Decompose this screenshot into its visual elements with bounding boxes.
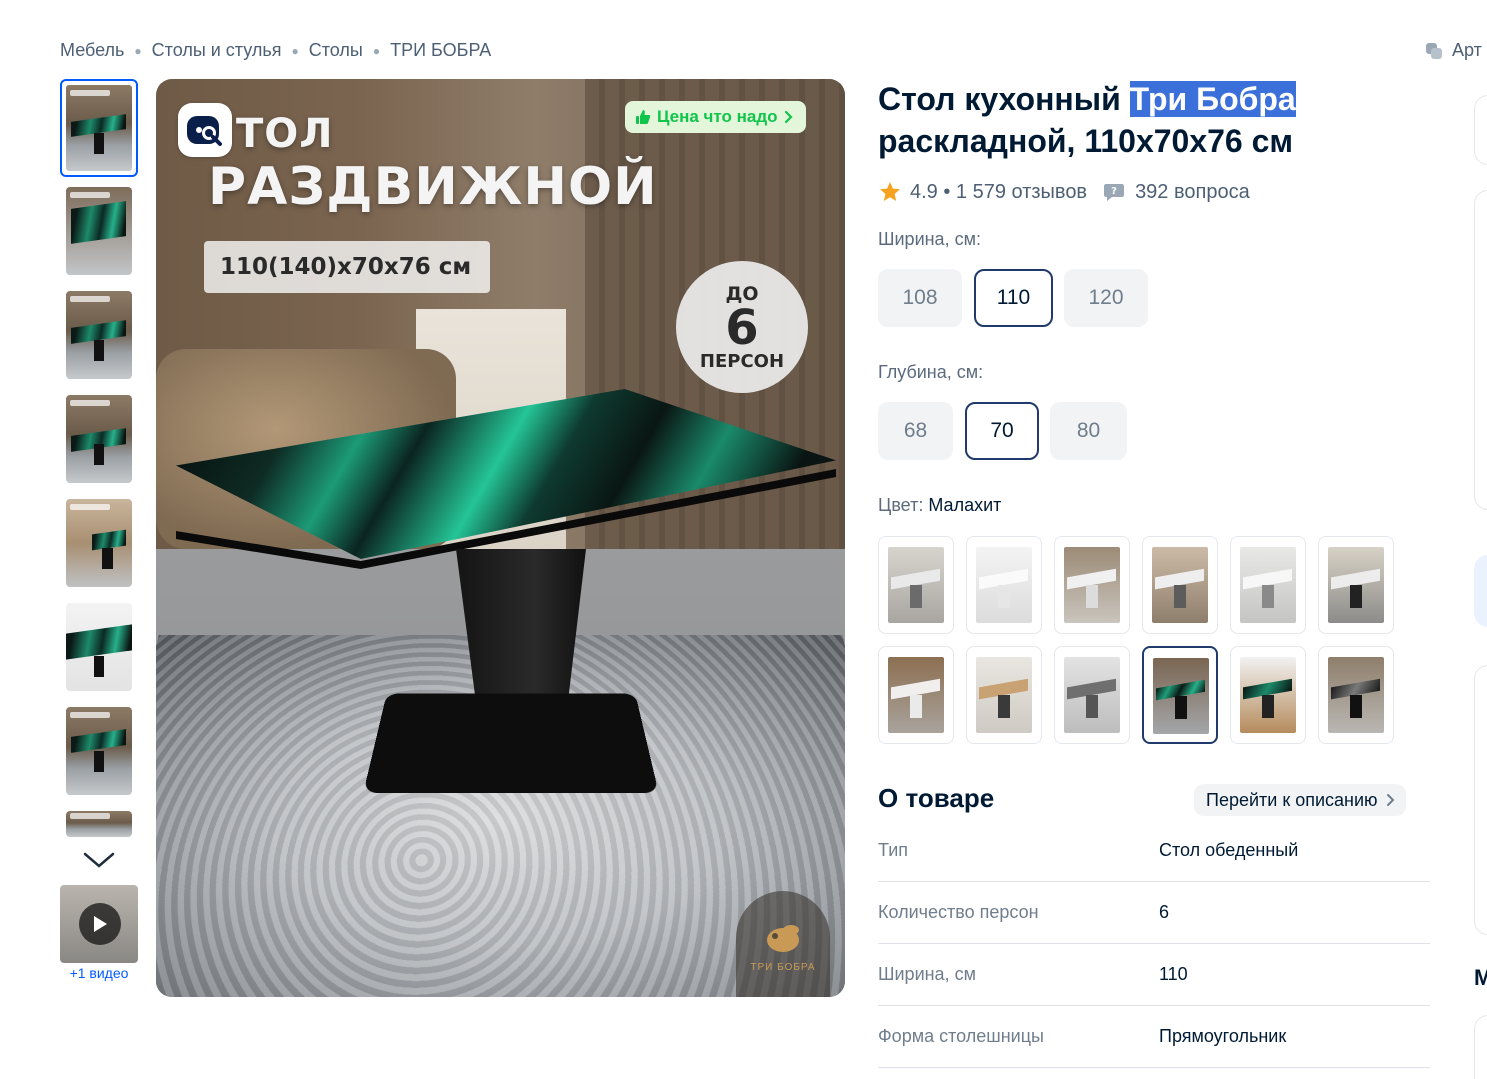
spec-key: Количество персон — [878, 902, 1039, 922]
spec-row: Ширина, см 110 — [878, 944, 1430, 1006]
breadcrumb-separator: ● — [372, 43, 381, 58]
breadcrumb: Мебель ● Столы и стулья ● Столы ● ТРИ БО… — [60, 40, 491, 61]
image-caption-line2: РАЗДВИЖНОЙ — [208, 157, 658, 217]
color-swatch[interactable] — [1142, 536, 1218, 634]
goto-description-label: Перейти к описанию — [1206, 789, 1378, 810]
color-swatch[interactable] — [1230, 646, 1306, 744]
color-swatch[interactable] — [1230, 536, 1306, 634]
rating-reviews-link[interactable]: 4.9 • 1 579 отзывов — [910, 181, 1087, 204]
questions-link[interactable]: ? 392 вопроса — [1103, 181, 1250, 204]
color-label: Цвет: Малахит — [878, 495, 1001, 516]
chevron-right-icon — [784, 110, 793, 124]
breadcrumb-item-brand[interactable]: ТРИ БОБРА — [390, 40, 491, 61]
main-product-image[interactable]: ТОЛ РАЗДВИЖНОЙ 110(140)x70x76 см ДО 6 ПЕ… — [156, 79, 845, 997]
copy-icon — [1426, 42, 1442, 59]
persons-badge-bottom: ПЕРСОН — [699, 350, 785, 372]
spec-value: 110 — [1159, 964, 1188, 984]
color-swatch[interactable] — [878, 646, 954, 744]
depth-option-68[interactable]: 68 — [878, 402, 953, 460]
depth-option-70[interactable]: 70 — [965, 402, 1039, 460]
beaver-logo-icon — [767, 924, 799, 952]
gallery-thumbnail[interactable] — [66, 187, 132, 275]
gallery-thumbnail[interactable] — [66, 811, 132, 837]
chevron-right-icon — [1386, 794, 1394, 806]
side-card[interactable] — [1474, 95, 1487, 165]
spec-key: Тип — [878, 840, 909, 860]
image-dimensions-label: 110(140)x70x76 см — [204, 241, 490, 293]
color-swatch-selected[interactable] — [1142, 646, 1218, 744]
color-swatch[interactable] — [878, 536, 954, 634]
svg-text:?: ? — [1111, 186, 1117, 197]
play-icon — [79, 903, 121, 945]
about-title: О товаре — [878, 783, 995, 813]
brand-logo-text: ТРИ БОБРА — [750, 961, 816, 973]
color-swatch[interactable] — [1318, 646, 1394, 744]
breadcrumb-item-tables-chairs[interactable]: Столы и стулья — [152, 40, 282, 61]
image-search-button[interactable] — [178, 103, 232, 157]
gallery-thumbnail[interactable] — [66, 499, 132, 587]
gallery-thumbnail[interactable] — [66, 291, 132, 379]
color-swatch[interactable] — [966, 536, 1042, 634]
color-label-text: Цвет: — [878, 495, 924, 515]
persons-badge-number: 6 — [725, 299, 759, 356]
price-badge-label: Цена что надо — [657, 107, 778, 126]
depth-label: Глубина, см: — [878, 362, 984, 382]
side-card[interactable] — [1474, 190, 1487, 510]
color-value: Малахит — [928, 495, 1002, 515]
questions-count: 392 вопроса — [1135, 180, 1250, 203]
gallery-thumbnails: +1 видео — [60, 79, 138, 981]
image-caption-line1: ТОЛ — [236, 111, 334, 157]
spec-value: 6 — [1159, 902, 1170, 922]
product-title-prefix: Стол кухонный — [878, 81, 1130, 117]
spec-value: Стол обеденный — [1159, 840, 1299, 860]
image-search-icon — [187, 116, 222, 146]
depth-option-80[interactable]: 80 — [1050, 402, 1127, 460]
breadcrumb-separator: ● — [291, 43, 299, 58]
width-label: Ширина, см: — [878, 229, 981, 249]
side-card[interactable] — [1474, 665, 1487, 935]
rating-row: 4.9 • 1 579 отзывов ? 392 вопроса — [878, 180, 1250, 204]
color-swatch[interactable] — [1054, 646, 1130, 744]
product-title: Стол кухонный Три Бобра раскладной, 110x… — [878, 78, 1438, 162]
width-option-108[interactable]: 108 — [878, 269, 962, 327]
gallery-thumbnail[interactable] — [66, 603, 132, 691]
video-count-label[interactable]: +1 видео — [60, 965, 138, 981]
question-icon: ? — [1104, 184, 1125, 201]
spec-key: Ширина, см — [878, 964, 976, 984]
product-title-suffix: раскладной, 110x70x76 см — [878, 123, 1294, 159]
spec-row: Форма столешницы Прямоугольник — [878, 1006, 1430, 1068]
spec-value: Прямоугольник — [1159, 1026, 1287, 1046]
image-caption: ТОЛ РАЗДВИЖНОЙ — [208, 111, 658, 217]
spec-row: Количество персон 6 — [878, 882, 1430, 944]
gallery-thumbnail[interactable] — [60, 79, 138, 177]
chevron-down-icon[interactable] — [60, 847, 138, 873]
article-number[interactable]: Арт — [1424, 40, 1482, 61]
width-option-120[interactable]: 120 — [1064, 269, 1148, 327]
color-swatch[interactable] — [1318, 536, 1394, 634]
breadcrumb-item-tables[interactable]: Столы — [309, 40, 363, 61]
gallery-thumbnail[interactable] — [66, 707, 132, 795]
gallery-thumbnail[interactable] — [66, 395, 132, 483]
width-option-110[interactable]: 110 — [974, 269, 1053, 327]
product-title-brand[interactable]: Три Бобра — [1129, 81, 1296, 117]
star-icon — [880, 182, 900, 201]
goto-description-button[interactable]: Перейти к описанию — [1194, 784, 1406, 816]
breadcrumb-separator: ● — [134, 43, 142, 58]
spec-row: Тип Стол обеденный — [878, 820, 1430, 882]
breadcrumb-item-furniture[interactable]: Мебель — [60, 40, 124, 61]
color-swatch[interactable] — [1054, 536, 1130, 634]
article-label: Арт — [1452, 40, 1482, 60]
spec-key: Форма столешницы — [878, 1026, 1044, 1046]
thumbs-up-icon — [636, 110, 651, 124]
brand-logo: ТРИ БОБРА — [736, 891, 830, 997]
side-heading: М — [1474, 965, 1487, 990]
specs-table: Тип Стол обеденный Количество персон 6 Шир… — [878, 820, 1430, 1068]
persons-badge: ДО 6 ПЕРСОН — [676, 261, 808, 393]
video-thumbnail[interactable] — [60, 885, 138, 963]
side-card-button[interactable] — [1474, 555, 1487, 627]
price-badge[interactable]: Цена что надо — [625, 101, 806, 133]
side-card[interactable] — [1474, 1015, 1487, 1079]
color-swatch[interactable] — [966, 646, 1042, 744]
